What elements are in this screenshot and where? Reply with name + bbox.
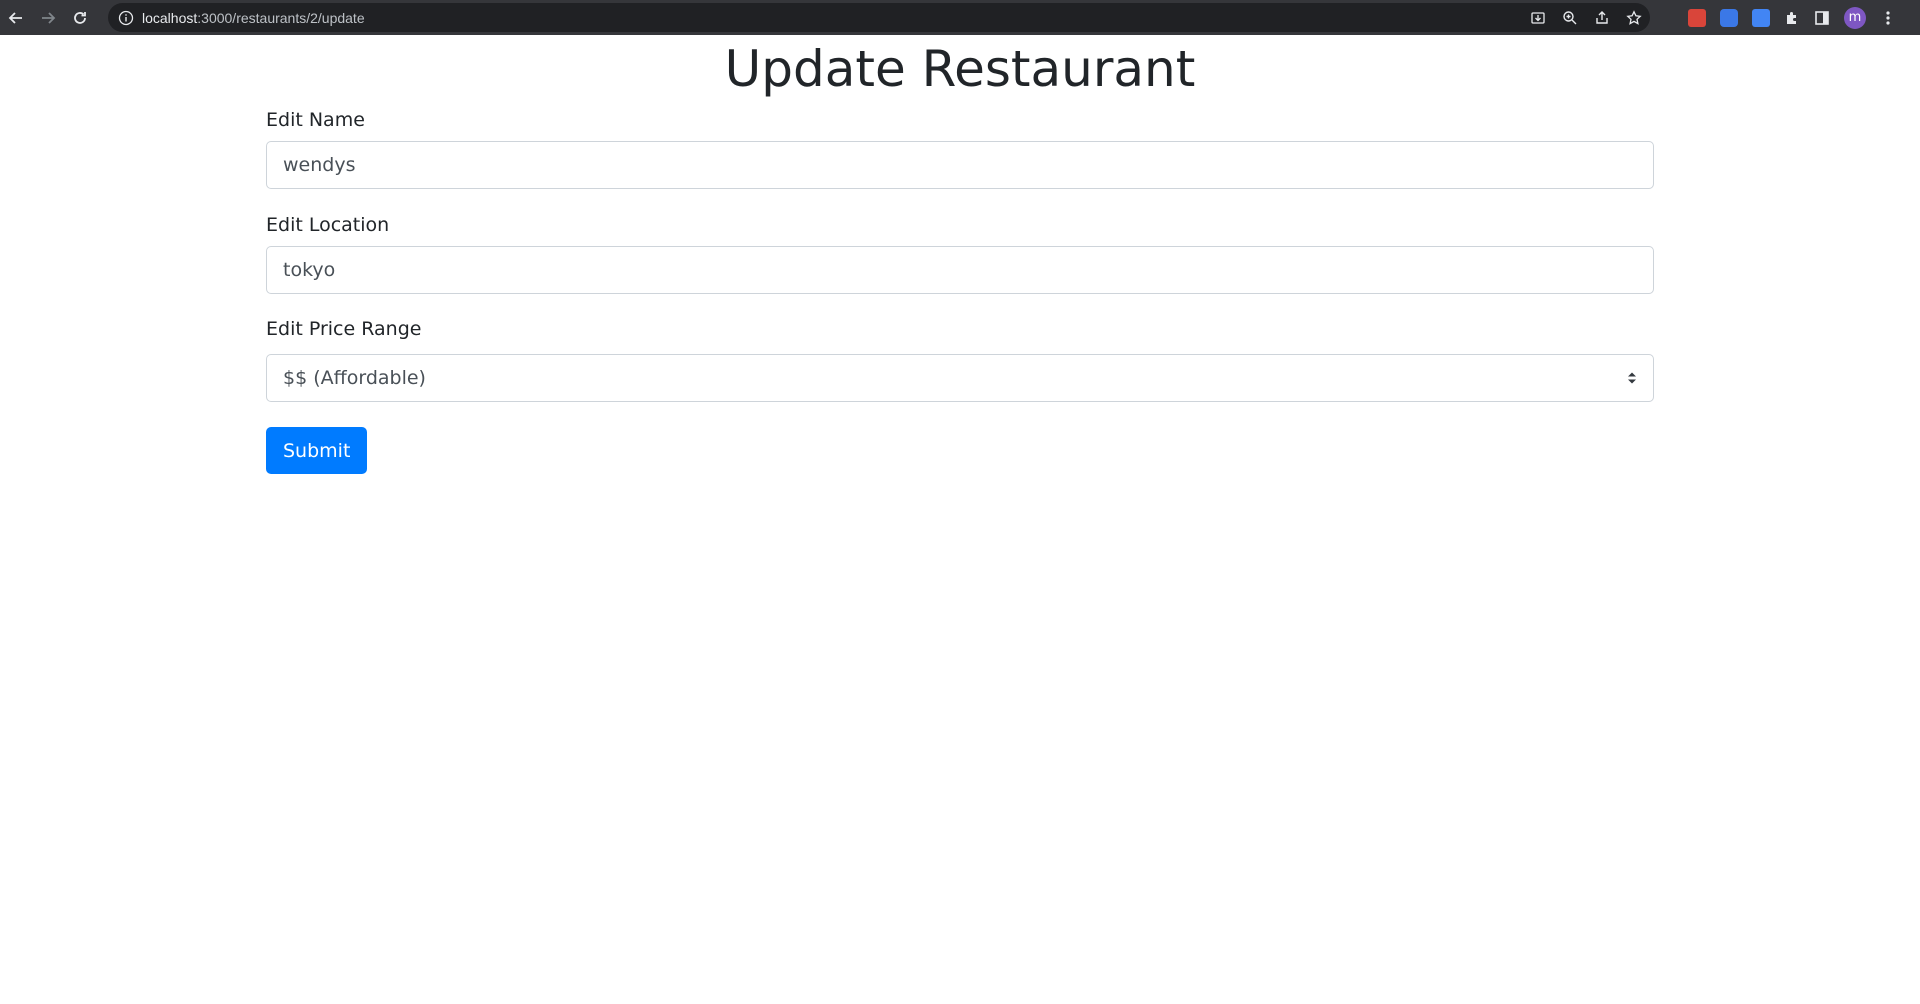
site-info-icon[interactable]	[118, 10, 134, 26]
select-arrows-icon	[1628, 372, 1636, 384]
extension-translate-icon[interactable]	[1752, 8, 1770, 27]
forward-button[interactable]	[32, 0, 64, 35]
address-bar-actions	[1530, 3, 1642, 32]
forward-arrow-icon	[42, 11, 56, 24]
extension-red-icon[interactable]	[1688, 8, 1706, 27]
reload-icon	[74, 11, 86, 24]
back-arrow-icon	[8, 11, 22, 24]
profile-avatar[interactable]: m	[1844, 6, 1866, 29]
zoom-icon[interactable]	[1562, 10, 1578, 26]
side-panel-icon[interactable]	[1814, 10, 1830, 26]
submit-row: Submit	[266, 427, 1654, 474]
page-content: Update Restaurant Edit Name wendys Edit …	[266, 35, 1654, 474]
price-range-selected: $$ (Affordable)	[283, 367, 426, 389]
name-form-group: Edit Name wendys	[266, 109, 1654, 189]
name-label: Edit Name	[266, 109, 365, 131]
url-host: localhost	[142, 9, 198, 26]
location-form-group: Edit Location tokyo	[266, 214, 1654, 294]
extension-screen-icon[interactable]	[1720, 8, 1738, 27]
location-label: Edit Location	[266, 214, 390, 236]
name-input[interactable]: wendys	[266, 141, 1654, 189]
price-label: Edit Price Range	[266, 318, 422, 340]
extensions-area: m	[1688, 0, 1896, 35]
back-button[interactable]	[0, 0, 32, 35]
browser-toolbar: localhost:3000/restaurants/2/update m	[0, 0, 1920, 35]
url-text: localhost:3000/restaurants/2/update	[142, 10, 365, 26]
location-input[interactable]: tokyo	[266, 246, 1654, 294]
page-title: Update Restaurant	[724, 40, 1196, 98]
bookmark-star-icon[interactable]	[1626, 9, 1642, 26]
address-bar[interactable]: localhost:3000/restaurants/2/update	[108, 3, 1650, 32]
share-icon[interactable]	[1594, 10, 1610, 26]
price-form-group: Edit Price Range $$ (Affordable)	[266, 318, 1654, 402]
submit-button[interactable]: Submit	[266, 427, 368, 474]
install-app-icon[interactable]	[1530, 10, 1546, 26]
price-range-select[interactable]: $$ (Affordable)	[266, 354, 1654, 402]
url-path: :3000/restaurants/2/update	[197, 9, 365, 26]
location-input-value: tokyo	[283, 259, 336, 281]
extensions-puzzle-icon[interactable]	[1784, 10, 1800, 26]
browser-menu-icon[interactable]	[1880, 9, 1896, 27]
name-input-value: wendys	[283, 154, 356, 176]
reload-button[interactable]	[64, 0, 96, 35]
